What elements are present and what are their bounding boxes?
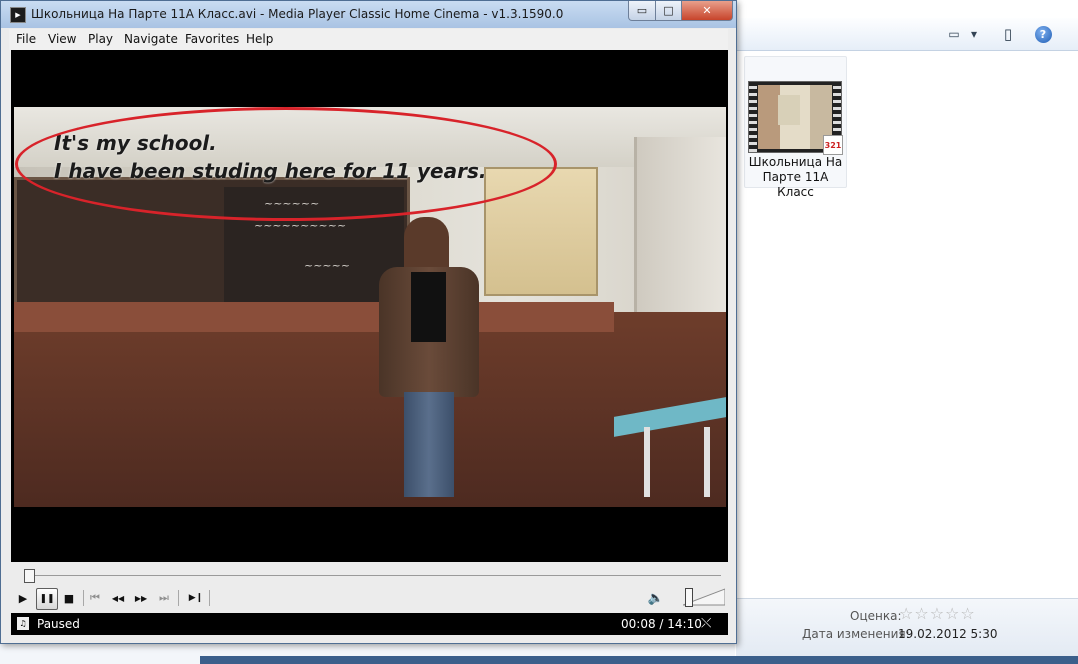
- help-button[interactable]: ?: [1034, 25, 1052, 43]
- audio-file-icon: ♫: [17, 617, 29, 630]
- maximize-button[interactable]: □: [655, 1, 682, 21]
- menu-play[interactable]: Play: [88, 32, 113, 46]
- previous-button[interactable]: ⏮: [85, 588, 105, 608]
- seek-bar[interactable]: [11, 567, 728, 585]
- red-annotation-ellipse: [15, 107, 557, 221]
- menu-bar: File View Play Navigate Favorites Help: [9, 29, 728, 50]
- media-badge-icon: 321: [823, 135, 843, 155]
- help-icon: ?: [1034, 25, 1052, 43]
- change-view-icon[interactable]: ▭: [945, 25, 963, 43]
- thumbnail-scene: [758, 85, 832, 149]
- playback-state: Paused: [37, 617, 80, 631]
- file-name-label: Школьница На Парте 11А Класс: [748, 155, 843, 199]
- volume-slider-handle[interactable]: [685, 588, 693, 607]
- fast-forward-button[interactable]: ▶▶: [131, 588, 151, 608]
- seek-handle[interactable]: [23, 569, 35, 583]
- menu-navigate[interactable]: Navigate: [124, 32, 178, 46]
- jeans: [404, 392, 454, 497]
- time-display[interactable]: 00:08 / 14:10: [621, 617, 702, 631]
- desk-leg: [644, 427, 650, 497]
- playback-toolbar: ▶ ❚❚ ■ ⏮ ◀◀ ▶▶ ⏭ ▶❙ 🔈: [11, 586, 728, 611]
- close-button[interactable]: ✕: [681, 1, 733, 21]
- rating-label: Оценка:: [850, 609, 902, 623]
- chalk-writing-3: ~~~~~: [304, 259, 351, 272]
- menu-view[interactable]: View: [48, 32, 76, 46]
- menu-favorites[interactable]: Favorites: [185, 32, 239, 46]
- teacher-platform: [14, 302, 614, 332]
- date-modified-label: Дата изменения:: [802, 627, 910, 641]
- window-title: Школьница На Парте 11А Класс.avi - Media…: [31, 7, 564, 21]
- play-button[interactable]: ▶: [13, 588, 33, 608]
- rewind-button[interactable]: ◀◀: [108, 588, 128, 608]
- toolbar-separator: [83, 590, 84, 606]
- seek-track[interactable]: [25, 575, 721, 576]
- status-bar: ♫ Paused 00:08 / 14:10 ⤬: [11, 613, 728, 635]
- next-button[interactable]: ⏭: [154, 588, 174, 608]
- black-shirt: [411, 272, 446, 342]
- title-bar[interactable]: ▶ Школьница На Парте 11А Класс.avi - Med…: [1, 1, 736, 28]
- network-icon: ⤬: [701, 616, 712, 631]
- details-pane: Оценка: ☆☆☆☆☆ Дата изменения: 19.02.2012…: [736, 598, 1078, 657]
- desk-leg: [704, 427, 710, 497]
- menu-help[interactable]: Help: [246, 32, 273, 46]
- stop-button[interactable]: ■: [59, 588, 79, 608]
- frame-step-button[interactable]: ▶❙: [186, 588, 206, 608]
- mpc-app-icon[interactable]: ▶: [10, 7, 26, 23]
- menu-file[interactable]: File: [16, 32, 36, 46]
- view-dropdown-icon[interactable]: ▾: [968, 25, 980, 43]
- file-item[interactable]: 321 Школьница На Парте 11А Класс: [744, 56, 847, 199]
- taskbar-edge: [200, 656, 1078, 664]
- toolbar-separator: [209, 590, 210, 606]
- media-player-window: ▶ Школьница На Парте 11А Класс.avi - Med…: [0, 0, 737, 644]
- date-modified-value: 19.02.2012 5:30: [898, 627, 998, 641]
- rating-stars[interactable]: ☆☆☆☆☆: [899, 604, 976, 623]
- girl-figure: [369, 217, 489, 502]
- film-strip-left: [749, 82, 757, 152]
- pause-button[interactable]: ❚❚: [36, 588, 58, 610]
- preview-pane-icon[interactable]: ▯: [998, 25, 1018, 43]
- speaker-icon[interactable]: 🔈: [647, 589, 665, 607]
- chalk-writing-2: ~~~~~~~~~~: [254, 219, 347, 232]
- minimize-button[interactable]: ▭: [628, 1, 656, 21]
- toolbar-separator: [178, 590, 179, 606]
